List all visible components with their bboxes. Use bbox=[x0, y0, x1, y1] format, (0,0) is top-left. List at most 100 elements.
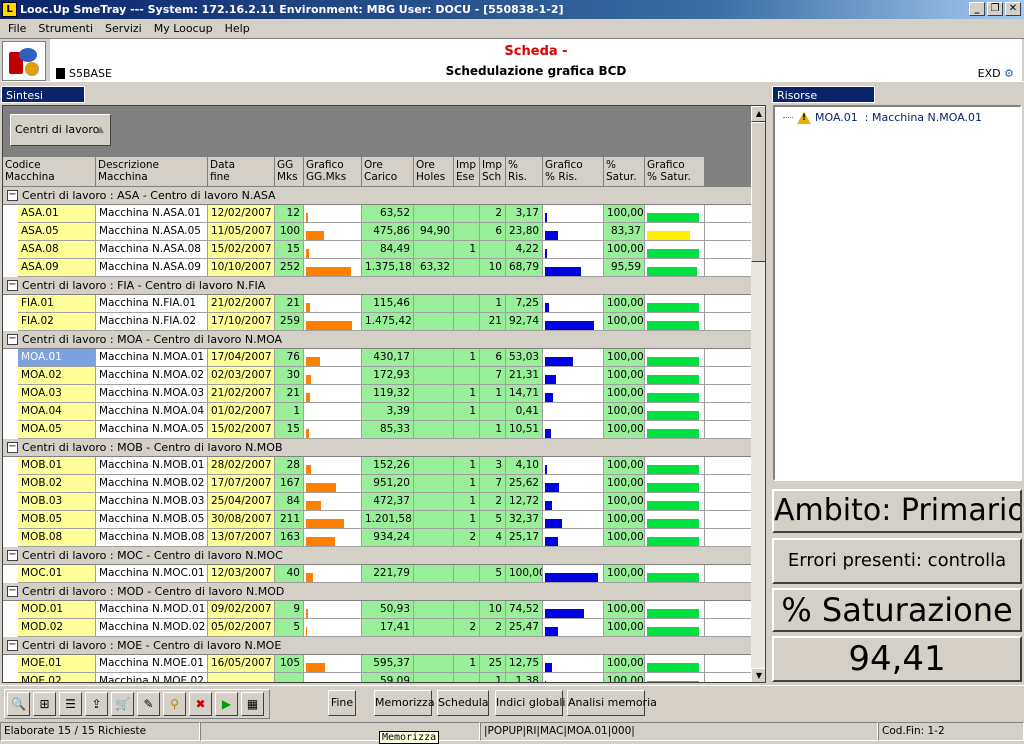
ore-holes-cell[interactable] bbox=[414, 475, 454, 493]
grid-icon[interactable]: ▦ bbox=[241, 692, 264, 716]
pct-satur-cell[interactable]: 100,00 bbox=[604, 205, 645, 223]
collapse-icon[interactable]: − bbox=[7, 334, 18, 345]
pct-ris-cell[interactable]: 100,00 bbox=[506, 565, 543, 583]
machine-code-cell[interactable]: ASA.05 bbox=[18, 223, 96, 241]
machine-desc-cell[interactable]: Macchina N.MOD.02 bbox=[96, 619, 208, 637]
table-row[interactable]: MOB.08 Macchina N.MOB.08 13/07/2007 163 934,… bbox=[3, 529, 751, 547]
end-date-cell[interactable]: 01/02/2007 bbox=[208, 403, 275, 421]
machine-desc-cell[interactable]: Macchina N.MOE.01 bbox=[96, 655, 208, 673]
machine-code-cell[interactable]: MOC.01 bbox=[18, 565, 96, 583]
collapse-icon[interactable]: − bbox=[7, 190, 18, 201]
column-header[interactable]: % Satur. bbox=[604, 157, 645, 187]
machine-desc-cell[interactable]: Macchina N.MOB.01 bbox=[96, 457, 208, 475]
ore-carico-cell[interactable]: 3,39 bbox=[362, 403, 414, 421]
column-header[interactable]: Grafico % Satur. bbox=[645, 157, 705, 187]
machine-code-cell[interactable]: MOB.01 bbox=[18, 457, 96, 475]
pct-ris-cell[interactable]: 25,47 bbox=[506, 619, 543, 637]
ore-carico-cell[interactable]: 152,26 bbox=[362, 457, 414, 475]
table-row[interactable]: MOA.05 Macchina N.MOA.05 15/02/2007 15 85,33… bbox=[3, 421, 751, 439]
pct-ris-cell[interactable]: 1,38 bbox=[506, 673, 543, 682]
menu-servizi[interactable]: Servizi bbox=[99, 22, 148, 35]
machine-desc-cell[interactable]: Macchina N.MOC.01 bbox=[96, 565, 208, 583]
errori-button[interactable]: Errori presenti: controlla bbox=[772, 538, 1022, 584]
gg-mks-cell[interactable]: 30 bbox=[275, 367, 304, 385]
imp-sch-cell[interactable]: 7 bbox=[480, 367, 506, 385]
imp-ese-cell[interactable] bbox=[454, 205, 480, 223]
imp-sch-cell[interactable]: 10 bbox=[480, 601, 506, 619]
end-date-cell[interactable]: 17/04/2007 bbox=[208, 349, 275, 367]
table-row[interactable]: MOB.03 Macchina N.MOB.03 25/04/2007 84 472,3… bbox=[3, 493, 751, 511]
gg-mks-cell[interactable]: 259 bbox=[275, 313, 304, 331]
end-date-cell[interactable]: 02/03/2007 bbox=[208, 367, 275, 385]
imp-sch-cell[interactable]: 5 bbox=[480, 511, 506, 529]
end-date-cell[interactable] bbox=[208, 673, 275, 682]
column-header[interactable]: Data fine bbox=[208, 157, 275, 187]
ore-holes-cell[interactable] bbox=[414, 601, 454, 619]
ore-holes-cell[interactable] bbox=[414, 655, 454, 673]
pct-ris-cell[interactable]: 4,10 bbox=[506, 457, 543, 475]
scroll-thumb[interactable] bbox=[751, 122, 765, 262]
imp-ese-cell[interactable]: 1 bbox=[454, 493, 480, 511]
ore-carico-cell[interactable]: 430,17 bbox=[362, 349, 414, 367]
pct-ris-cell[interactable]: 3,17 bbox=[506, 205, 543, 223]
machine-code-cell[interactable]: ASA.01 bbox=[18, 205, 96, 223]
ore-carico-cell[interactable]: 221,79 bbox=[362, 565, 414, 583]
tab-sintesi-risorse[interactable]: Sintesi Risorse bbox=[1, 86, 85, 119]
gg-mks-cell[interactable]: 211 bbox=[275, 511, 304, 529]
indici-globali-button[interactable]: Indici globali bbox=[495, 690, 565, 716]
group-row[interactable]: − Centri di lavoro : MOD - Centro di lavo… bbox=[3, 583, 751, 601]
imp-sch-cell[interactable]: 2 bbox=[480, 619, 506, 637]
restore-button[interactable]: ❐ bbox=[987, 2, 1003, 16]
machine-desc-cell[interactable]: Macchina N.ASA.08 bbox=[96, 241, 208, 259]
column-header[interactable]: Imp Ese bbox=[454, 157, 480, 187]
imp-sch-cell[interactable]: 6 bbox=[480, 349, 506, 367]
column-header[interactable]: Ore Carico bbox=[362, 157, 414, 187]
imp-ese-cell[interactable] bbox=[454, 601, 480, 619]
pct-satur-cell[interactable]: 100,00 bbox=[604, 295, 645, 313]
machine-code-cell[interactable]: ASA.09 bbox=[18, 259, 96, 277]
pct-ris-cell[interactable]: 14,71 bbox=[506, 385, 543, 403]
machine-code-cell[interactable]: MOB.05 bbox=[18, 511, 96, 529]
gg-mks-cell[interactable]: 252 bbox=[275, 259, 304, 277]
group-by-button[interactable]: Centri di lavoro ▲ bbox=[10, 114, 111, 146]
imp-sch-cell[interactable]: 25 bbox=[480, 655, 506, 673]
memorizza-button[interactable]: Memorizza bbox=[374, 690, 435, 716]
table-row[interactable]: MOB.05 Macchina N.MOB.05 30/08/2007 211 1.20… bbox=[3, 511, 751, 529]
end-date-cell[interactable]: 12/03/2007 bbox=[208, 565, 275, 583]
ore-holes-cell[interactable] bbox=[414, 349, 454, 367]
ore-holes-cell[interactable] bbox=[414, 619, 454, 637]
ore-carico-cell[interactable]: 85,33 bbox=[362, 421, 414, 439]
imp-ese-cell[interactable] bbox=[454, 223, 480, 241]
cart-icon[interactable]: 🛒 bbox=[111, 692, 134, 716]
imp-ese-cell[interactable]: 1 bbox=[454, 511, 480, 529]
pct-ris-cell[interactable]: 21,31 bbox=[506, 367, 543, 385]
imp-ese-cell[interactable] bbox=[454, 367, 480, 385]
end-date-cell[interactable]: 28/02/2007 bbox=[208, 457, 275, 475]
minimize-button[interactable]: _ bbox=[969, 2, 985, 16]
ore-carico-cell[interactable]: 934,24 bbox=[362, 529, 414, 547]
ore-holes-cell[interactable] bbox=[414, 205, 454, 223]
group-row[interactable]: − Centri di lavoro : MOB - Centro di lavo… bbox=[3, 439, 751, 457]
ore-holes-cell[interactable] bbox=[414, 241, 454, 259]
table-row[interactable]: FIA.02 Macchina N.FIA.02 17/10/2007 259 1.47… bbox=[3, 313, 751, 331]
gg-mks-cell[interactable] bbox=[275, 673, 304, 682]
machine-desc-cell[interactable]: Macchina N.MOB.05 bbox=[96, 511, 208, 529]
end-date-cell[interactable]: 10/10/2007 bbox=[208, 259, 275, 277]
machine-code-cell[interactable]: MOA.01 bbox=[18, 349, 96, 367]
imp-sch-cell[interactable]: 10 bbox=[480, 259, 506, 277]
imp-ese-cell[interactable] bbox=[454, 313, 480, 331]
gg-mks-cell[interactable]: 76 bbox=[275, 349, 304, 367]
machine-desc-cell[interactable]: Macchina N.ASA.01 bbox=[96, 205, 208, 223]
pct-satur-cell[interactable]: 100,00 bbox=[604, 421, 645, 439]
end-date-cell[interactable]: 05/02/2007 bbox=[208, 619, 275, 637]
end-date-cell[interactable]: 11/05/2007 bbox=[208, 223, 275, 241]
pct-ris-cell[interactable]: 23,80 bbox=[506, 223, 543, 241]
group-row[interactable]: − Centri di lavoro : MOC - Centro di lavo… bbox=[3, 547, 751, 565]
machine-code-cell[interactable]: MOA.04 bbox=[18, 403, 96, 421]
menu-help[interactable]: Help bbox=[219, 22, 256, 35]
imp-sch-cell[interactable] bbox=[480, 241, 506, 259]
table-row[interactable]: ASA.05 Macchina N.ASA.05 11/05/2007 100 475,… bbox=[3, 223, 751, 241]
menu-file[interactable]: File bbox=[2, 22, 32, 35]
scroll-down-icon[interactable]: ▼ bbox=[751, 668, 765, 682]
pct-satur-cell[interactable]: 100,00 bbox=[604, 565, 645, 583]
